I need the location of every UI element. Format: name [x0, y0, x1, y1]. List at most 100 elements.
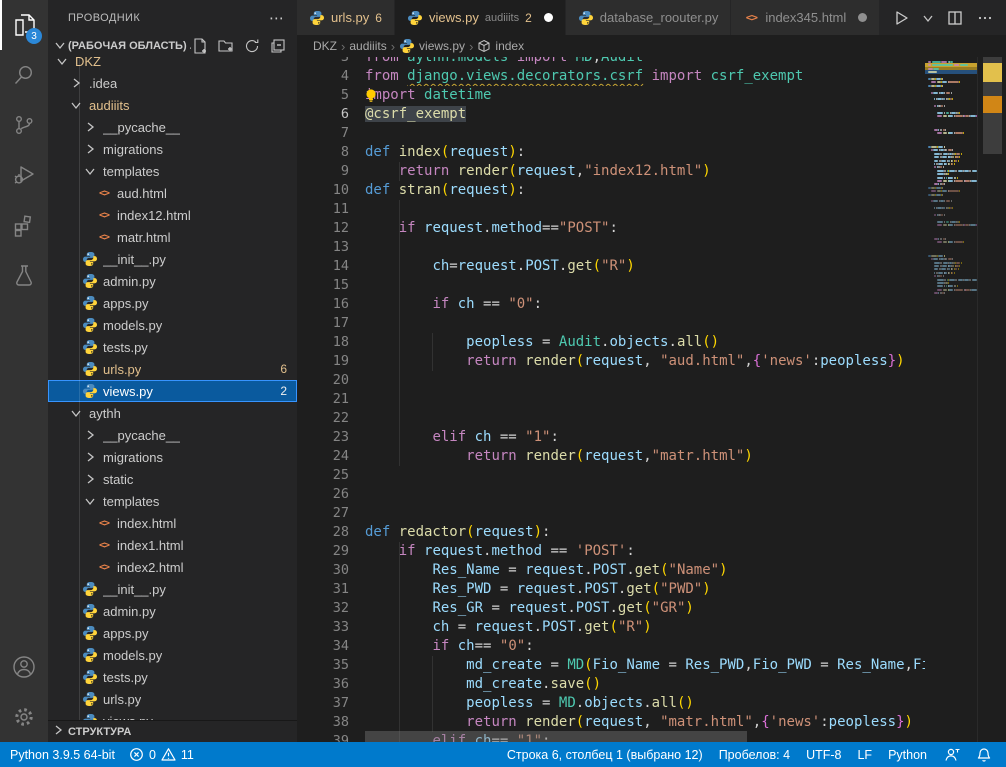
code-line-4: 4from django.views.decorators.csrf impor…: [297, 67, 925, 86]
activity-settings-button[interactable]: [0, 692, 48, 742]
explorer-more-actions-button[interactable]: ⋯: [269, 9, 285, 27]
tree-item-urls.py[interactable]: urls.py: [48, 688, 297, 710]
chevron-down-button[interactable]: [922, 12, 934, 24]
tree-item-index2.html[interactable]: <>index2.html: [48, 556, 297, 578]
refresh-button[interactable]: [243, 37, 261, 55]
breadcrumb-item-index[interactable]: index: [477, 39, 524, 53]
workspace-section-header[interactable]: (РАБОЧАЯ ОБЛАСТЬ) ...: [48, 35, 297, 57]
tree-item-urls.py[interactable]: urls.py6: [48, 358, 297, 380]
tree-item-__init__.py[interactable]: __init__.py: [48, 248, 297, 270]
language-mode-status[interactable]: Python: [888, 748, 927, 762]
tree-item-migrations[interactable]: migrations: [48, 138, 297, 160]
code-line-14: 14 ch=request.POST.get("R"): [297, 257, 925, 276]
tree-item-index.html[interactable]: <>index.html: [48, 512, 297, 534]
code-line-18: 18 peopless = Audit.objects.all(): [297, 333, 925, 352]
code-area[interactable]: 3from aythh.models import MD,Audit4from …: [297, 57, 925, 742]
run-button[interactable]: [892, 9, 910, 27]
breadcrumb-separator: ›: [469, 39, 473, 54]
problems-status[interactable]: 011: [129, 747, 194, 762]
activity-search-button[interactable]: [0, 50, 48, 100]
code-line-19: 19 return render(request, "aud.html",{'n…: [297, 352, 925, 371]
dirty-dot-icon[interactable]: [858, 13, 867, 22]
tree-item-tests.py[interactable]: tests.py: [48, 666, 297, 688]
tree-item-tests.py[interactable]: tests.py: [48, 336, 297, 358]
split-editor-button[interactable]: [946, 9, 964, 27]
tree-item-apps.py[interactable]: apps.py: [48, 622, 297, 644]
tree-item-__pycache__[interactable]: __pycache__: [48, 116, 297, 138]
overview-ruler[interactable]: [977, 57, 1006, 742]
code-line-11: 11: [297, 200, 925, 219]
tree-item-static[interactable]: static: [48, 468, 297, 490]
line-number: 14: [297, 257, 349, 276]
tree-item-views.py[interactable]: views.py2: [48, 380, 297, 402]
outline-section-header[interactable]: СТРУКТУРА: [48, 720, 297, 742]
tree-item-admin.py[interactable]: admin.py: [48, 600, 297, 622]
line-number: 26: [297, 485, 349, 504]
tree-item-matr.html[interactable]: <>matr.html: [48, 226, 297, 248]
tab-index345.html[interactable]: <>index345.html: [731, 0, 880, 35]
activity-account-button[interactable]: [0, 642, 48, 692]
python-file-icon: [82, 603, 98, 619]
new-folder-icon: [217, 37, 235, 55]
tree-item-label: index.html: [117, 516, 176, 531]
tree-item-index1.html[interactable]: <>index1.html: [48, 534, 297, 556]
tree-item-audiiits[interactable]: audiiits: [48, 94, 297, 116]
collapse-all-button[interactable]: [269, 37, 287, 55]
eol-status[interactable]: LF: [857, 748, 872, 762]
activity-run-debug-button[interactable]: [0, 150, 48, 200]
activity-extensions-button[interactable]: [0, 200, 48, 250]
activity-source-control-button[interactable]: [0, 100, 48, 150]
tree-item-.idea[interactable]: .idea: [48, 72, 297, 94]
tree-item-templates[interactable]: templates: [48, 160, 297, 182]
overview-ruler-mark: [983, 96, 1002, 113]
chevron-down-icon: [54, 39, 66, 54]
lightbulb-icon[interactable]: [365, 88, 378, 105]
code-line-6: 6@csrf_exempt: [297, 105, 925, 124]
tree-item-apps.py[interactable]: apps.py: [48, 292, 297, 314]
activity-explorer-button[interactable]: 3: [0, 0, 48, 50]
new-folder-button[interactable]: [217, 37, 235, 55]
tree-item-aud.html[interactable]: <>aud.html: [48, 182, 297, 204]
breadcrumb-item-DKZ[interactable]: DKZ: [313, 39, 337, 53]
tree-item-label: models.py: [103, 648, 162, 663]
tree-item-aythh[interactable]: aythh: [48, 402, 297, 424]
breadcrumb-item-views.py[interactable]: views.py: [399, 38, 465, 54]
source-control-icon: [12, 113, 36, 137]
tab-urls.py[interactable]: urls.py6: [297, 0, 395, 35]
tree-item-label: admin.py: [103, 274, 156, 289]
breadcrumb-item-audiiits[interactable]: audiiits: [349, 39, 386, 53]
more-button[interactable]: [976, 9, 994, 27]
tab-database_roouter.py[interactable]: database_roouter.py: [566, 0, 732, 35]
code-line-36: 36 md_create.save(): [297, 675, 925, 694]
tree-item-models.py[interactable]: models.py: [48, 314, 297, 336]
interpreter-status[interactable]: Python 3.9.5 64-bit: [10, 748, 115, 762]
editor[interactable]: 3from aythh.models import MD,Audit4from …: [297, 57, 1006, 742]
chevron-right-icon: [84, 121, 96, 133]
tab-problems-badge: 2: [525, 11, 532, 25]
encoding-status[interactable]: UTF-8: [806, 748, 841, 762]
tree-item-admin.py[interactable]: admin.py: [48, 270, 297, 292]
tree-item-index12.html[interactable]: <>index12.html: [48, 204, 297, 226]
explorer-badge: 3: [26, 28, 42, 44]
tree-item-label: templates: [103, 494, 159, 509]
tree-item-views.py[interactable]: views.py: [48, 710, 297, 720]
feedback-button[interactable]: [943, 747, 960, 762]
minimap[interactable]: [925, 57, 977, 742]
tree-item-__pycache__[interactable]: __pycache__: [48, 424, 297, 446]
dirty-dot-icon[interactable]: [544, 13, 553, 22]
tree-item-__init__.py[interactable]: __init__.py: [48, 578, 297, 600]
activity-testing-button[interactable]: [0, 250, 48, 300]
cursor-position-status[interactable]: Строка 6, столбец 1 (выбрано 12): [507, 748, 703, 762]
tree-item-migrations[interactable]: migrations: [48, 446, 297, 468]
code-line-9: 9 return render(request,"index12.html"): [297, 162, 925, 181]
notifications-button[interactable]: [976, 747, 992, 763]
problems-badge: 2: [280, 384, 287, 398]
tab-views.py[interactable]: views.pyaudiiits2: [395, 0, 566, 35]
chevron-right-icon: [84, 473, 96, 485]
code-line-28: 28def redactor(request):: [297, 523, 925, 542]
tree-item-templates[interactable]: templates: [48, 490, 297, 512]
tree-item-models.py[interactable]: models.py: [48, 644, 297, 666]
horizontal-scrollbar[interactable]: [365, 731, 747, 742]
indentation-status[interactable]: Пробелов: 4: [719, 748, 790, 762]
new-file-button[interactable]: [191, 37, 209, 55]
